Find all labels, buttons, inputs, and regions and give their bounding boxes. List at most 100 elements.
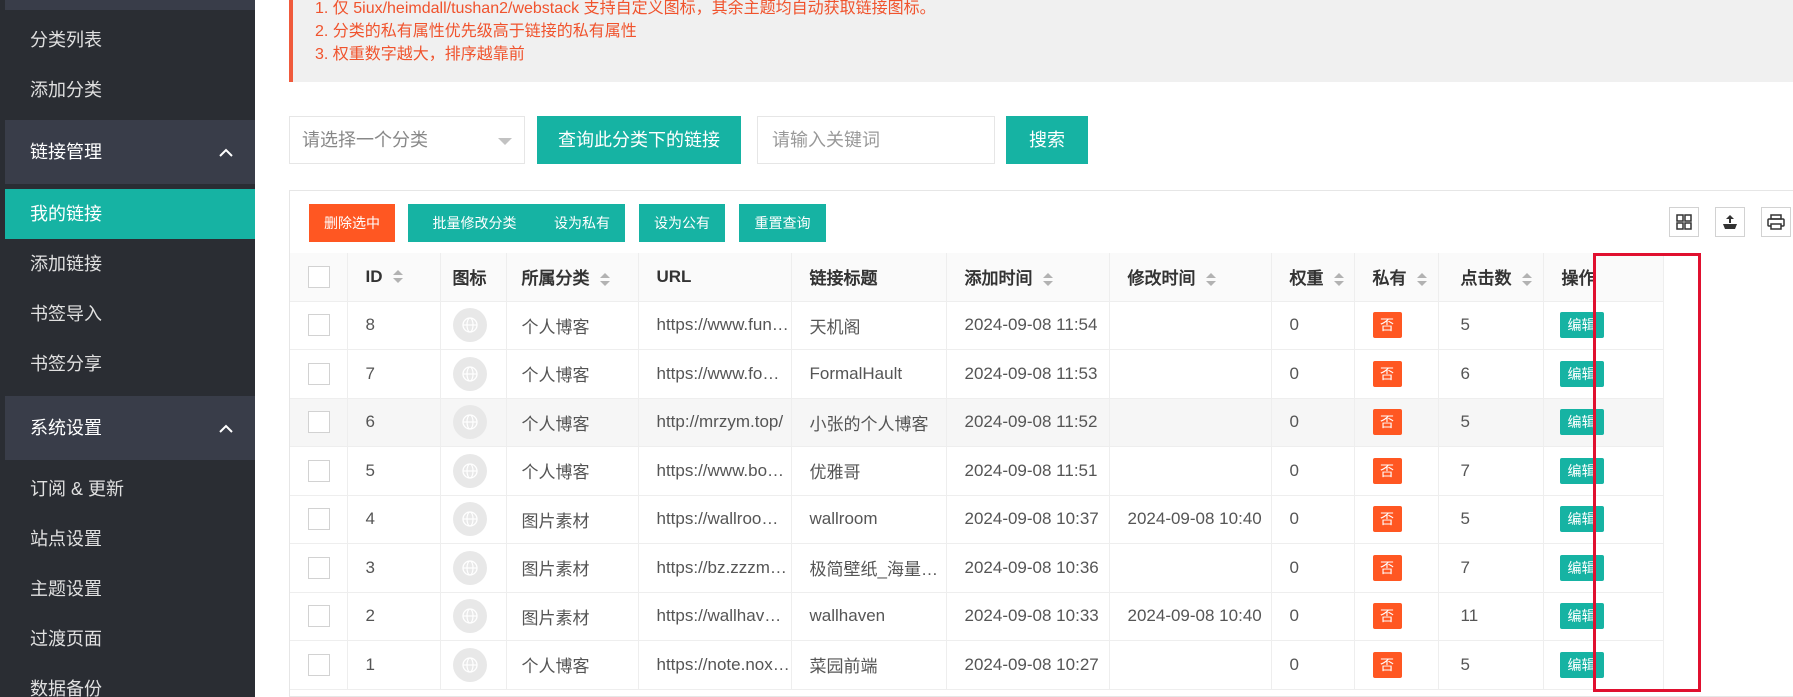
set-private-button[interactable]: 设为私有 (539, 204, 625, 242)
private-badge[interactable]: 否 (1372, 651, 1402, 678)
sidebar-item-bookmark-share[interactable]: 书签分享 (5, 339, 255, 389)
row-checkbox[interactable] (308, 411, 330, 434)
globe-icon (452, 453, 487, 488)
sort-icon[interactable] (599, 272, 610, 287)
edit-button[interactable]: 编辑 (1559, 360, 1604, 387)
print-icon[interactable] (1761, 207, 1791, 237)
sidebar-item-theme-settings[interactable]: 主题设置 (5, 564, 255, 614)
cell-url[interactable]: https://note.nox… (638, 640, 792, 690)
chevron-up-icon (219, 120, 233, 184)
cell-url[interactable]: https://wallhav… (638, 592, 792, 641)
sidebar-item-add-link[interactable]: 添加链接 (5, 239, 255, 289)
delete-selected-button[interactable]: 删除选中 (309, 204, 395, 242)
header-weight[interactable]: 权重 (1271, 253, 1355, 302)
cell-url[interactable]: https://www.fun… (638, 301, 792, 350)
private-badge[interactable]: 否 (1372, 409, 1402, 436)
edit-button[interactable]: 编辑 (1559, 603, 1604, 630)
header-category[interactable]: 所属分类 (506, 253, 639, 302)
globe-icon (452, 502, 487, 537)
private-badge[interactable]: 否 (1372, 457, 1402, 484)
category-select[interactable]: 请选择一个分类 (289, 116, 525, 164)
sort-icon[interactable] (392, 270, 403, 284)
row-checkbox[interactable] (308, 556, 330, 579)
cell-icon (440, 592, 507, 641)
query-category-button[interactable]: 查询此分类下的链接 (537, 116, 741, 164)
sidebar-group-links[interactable]: 链接管理 (5, 120, 255, 184)
cell-url[interactable]: https://wallroo… (638, 495, 792, 544)
cell-icon (440, 640, 507, 690)
export-icon[interactable] (1715, 207, 1745, 237)
row-checkbox[interactable] (308, 314, 330, 337)
sidebar-item-my-links[interactable]: 我的链接 (5, 189, 255, 239)
cell-category: 图片素材 (506, 592, 639, 641)
cell-private: 否 (1354, 592, 1439, 641)
keyword-input-placeholder: 请输入关键词 (772, 130, 880, 150)
row-checkbox[interactable] (308, 508, 330, 531)
sidebar-item-category-list[interactable]: 分类列表 (5, 15, 255, 65)
header-modified-label: 修改时间 (1127, 269, 1196, 289)
header-id[interactable]: ID (347, 253, 441, 302)
cell-added: 2024-09-08 11:53 (946, 349, 1110, 399)
private-badge[interactable]: 否 (1372, 312, 1402, 339)
cell-weight: 0 (1271, 446, 1355, 496)
header-added[interactable]: 添加时间 (946, 253, 1110, 302)
set-public-button[interactable]: 设为公有 (639, 204, 725, 242)
header-url: URL (638, 253, 792, 302)
cell-icon (440, 398, 507, 447)
sidebar-item-bookmark-import[interactable]: 书签导入 (5, 289, 255, 339)
row-checkbox[interactable] (308, 362, 330, 385)
edit-button[interactable]: 编辑 (1559, 457, 1604, 484)
links-table-panel: 删除选中 批量修改分类 设为私有 设为公有 重置查询 ID 图标 所属分类 UR… (289, 190, 1793, 697)
sort-icon[interactable] (1205, 272, 1216, 287)
row-checkbox[interactable] (308, 605, 330, 628)
reset-query-button[interactable]: 重置查询 (739, 204, 826, 242)
sidebar-item-subscribe-update[interactable]: 订阅 & 更新 (5, 464, 255, 514)
cell-title: wallroom (791, 495, 947, 544)
sidebar-item-add-category[interactable]: 添加分类 (5, 65, 255, 115)
cell-added: 2024-09-08 11:52 (946, 398, 1110, 447)
header-private[interactable]: 私有 (1354, 253, 1439, 302)
edit-button[interactable]: 编辑 (1559, 312, 1604, 339)
private-badge[interactable]: 否 (1372, 554, 1402, 581)
table-row: 3 图片素材 https://bz.zzzm… 极简壁纸_海量… 2024-09… (290, 543, 1664, 593)
sidebar-item-transition-page[interactable]: 过渡页面 (5, 614, 255, 664)
sort-icon[interactable] (1416, 272, 1427, 287)
sort-icon[interactable] (1042, 272, 1053, 287)
cell-url[interactable]: https://www.fo… (638, 349, 792, 399)
header-modified[interactable]: 修改时间 (1109, 253, 1272, 302)
header-clicks[interactable]: 点击数 (1438, 253, 1544, 302)
sidebar-item-site-settings[interactable]: 站点设置 (5, 514, 255, 564)
sidebar-group-settings[interactable]: 系统设置 (5, 396, 255, 460)
cell-private: 否 (1354, 543, 1439, 593)
cell-actions: 编辑 (1543, 349, 1664, 399)
batch-category-button[interactable]: 批量修改分类 (408, 204, 541, 242)
row-checkbox[interactable] (308, 459, 330, 482)
private-badge[interactable]: 否 (1372, 360, 1402, 387)
edit-button[interactable]: 编辑 (1559, 506, 1604, 533)
cell-actions: 编辑 (1543, 398, 1664, 447)
sort-icon[interactable] (1521, 272, 1532, 287)
header-title: 链接标题 (791, 253, 947, 302)
cell-url[interactable]: https://www.bo… (638, 446, 792, 496)
cell-category: 个人博客 (506, 301, 639, 350)
sidebar-item-data-backup[interactable]: 数据备份 (5, 664, 255, 697)
cell-title: wallhaven (791, 592, 947, 641)
search-button[interactable]: 搜索 (1006, 116, 1088, 164)
row-checkbox[interactable] (308, 653, 330, 676)
cell-url[interactable]: https://bz.zzzm… (638, 543, 792, 593)
sort-icon[interactable] (1333, 272, 1344, 287)
keyword-input[interactable]: 请输入关键词 (757, 116, 995, 164)
edit-button[interactable]: 编辑 (1559, 409, 1604, 436)
cell-id: 7 (347, 349, 441, 399)
table-row: 2 图片素材 https://wallhav… wallhaven 2024-0… (290, 592, 1664, 641)
private-badge[interactable]: 否 (1372, 506, 1402, 533)
select-all-checkbox[interactable] (308, 265, 330, 288)
edit-button[interactable]: 编辑 (1559, 651, 1604, 678)
header-actions: 操作 (1543, 253, 1664, 302)
cell-url[interactable]: http://mrzym.top/ (638, 398, 792, 447)
cell-clicks: 5 (1438, 640, 1544, 690)
cell-modified: 2024-09-08 10:40 (1109, 495, 1272, 544)
private-badge[interactable]: 否 (1372, 603, 1402, 630)
columns-icon[interactable] (1669, 207, 1699, 237)
edit-button[interactable]: 编辑 (1559, 554, 1604, 581)
